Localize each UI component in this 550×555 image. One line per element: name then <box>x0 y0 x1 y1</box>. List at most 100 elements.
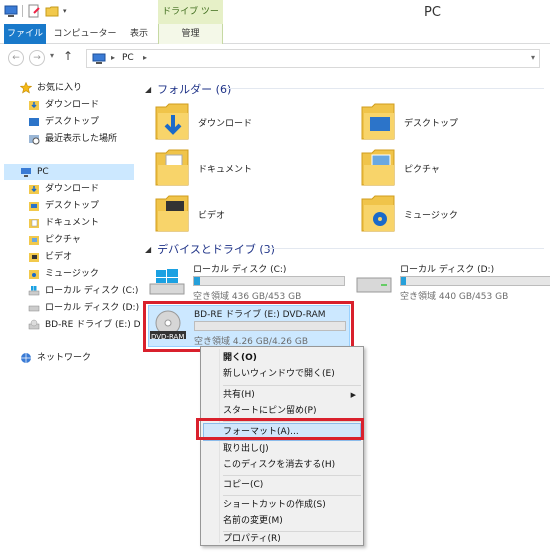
chevron-right-icon[interactable]: ▸ <box>143 53 147 62</box>
nav-item-pc-documents[interactable]: ドキュメント <box>28 215 99 231</box>
nav-pc[interactable]: PC <box>4 164 134 180</box>
tab-view[interactable]: 表示 <box>122 24 156 44</box>
collapse-icon[interactable]: ◢ <box>145 245 151 254</box>
menu-item-open[interactable]: 開く(O) <box>223 350 257 366</box>
highlight-box <box>196 418 364 440</box>
drive-c[interactable]: ローカル ディスク (C:) 空き領域 436 GB/453 GB <box>148 262 358 302</box>
folder-label: ビデオ <box>198 210 226 221</box>
menu-item-share[interactable]: 共有(H) <box>223 387 255 403</box>
tab-computer[interactable]: コンピューター <box>52 24 118 44</box>
nav-label: BD-RE ドライブ (E:) D <box>45 320 140 330</box>
drive-label: ローカル ディスク (D:) <box>400 265 495 275</box>
context-menu: 開く(O) 新しいウィンドウで開く(E) 共有(H) ▶ スタートにピン留め(P… <box>200 346 364 546</box>
new-folder-icon[interactable] <box>45 4 59 18</box>
menu-item-copy[interactable]: コピー(C) <box>223 477 263 493</box>
pictures-folder-icon <box>361 149 395 186</box>
customize-qat-icon[interactable]: ▾ <box>63 7 67 15</box>
menu-item-rename[interactable]: 名前の変更(M) <box>223 513 283 529</box>
tab-file[interactable]: ファイル <box>4 24 46 44</box>
menu-gutter <box>219 349 220 543</box>
quick-access-toolbar: ▾ <box>4 4 67 18</box>
optical-drive-icon <box>28 319 40 331</box>
properties-icon[interactable] <box>27 4 41 18</box>
nav-item-drive-c[interactable]: ローカル ディスク (C:) <box>28 283 138 299</box>
folder-music[interactable]: ミュージック <box>360 192 520 236</box>
nav-item-pc-pictures[interactable]: ピクチャ <box>28 232 81 248</box>
folder-documents[interactable]: ドキュメント <box>154 146 314 190</box>
pictures-folder-icon <box>28 234 40 246</box>
menu-item-open-new-window[interactable]: 新しいウィンドウで開く(E) <box>223 366 335 382</box>
menu-item-create-shortcut[interactable]: ショートカットの作成(S) <box>223 497 326 513</box>
drive-free-space: 空き領域 440 GB/453 GB <box>400 292 509 302</box>
submenu-arrow-icon: ▶ <box>350 391 356 399</box>
nav-label: ダウンロード <box>45 184 100 194</box>
up-button[interactable]: ↑ <box>63 49 73 63</box>
breadcrumb-pc[interactable]: PC <box>122 53 134 63</box>
windows-drive-icon <box>149 269 185 295</box>
windows-drive-icon <box>28 285 40 297</box>
nav-favorites[interactable]: お気に入り <box>20 80 82 96</box>
folder-downloads[interactable]: ダウンロード <box>154 100 314 144</box>
nav-item-drive-e[interactable]: BD-RE ドライブ (E:) D <box>28 317 140 333</box>
menu-item-properties[interactable]: プロパティ(R) <box>223 531 281 547</box>
menu-item-erase-disc[interactable]: このディスクを消去する(H) <box>223 457 335 473</box>
nav-item-pc-videos[interactable]: ビデオ <box>28 249 72 265</box>
folder-label: デスクトップ <box>404 118 459 129</box>
drive-d[interactable]: ローカル ディスク (D:) 空き領域 440 GB/453 GB <box>355 262 550 302</box>
drive-usage-bar <box>193 276 345 286</box>
nav-label: お気に入り <box>37 83 83 93</box>
star-icon <box>20 82 32 94</box>
nav-item-pc-desktop[interactable]: デスクトップ <box>28 198 99 214</box>
nav-label: ネットワーク <box>37 353 92 363</box>
nav-label: ローカル ディスク (D:) <box>45 303 140 313</box>
nav-label: ダウンロード <box>45 100 100 110</box>
drive-label: ローカル ディスク (C:) <box>193 265 287 275</box>
forward-button[interactable]: → <box>29 50 45 66</box>
nav-item-desktop[interactable]: デスクトップ <box>28 114 99 130</box>
folders-group-header[interactable]: ◢ フォルダー (6) <box>145 81 231 97</box>
recent-places-icon <box>28 133 40 145</box>
menu-separator <box>223 495 361 496</box>
nav-item-downloads[interactable]: ダウンロード <box>28 97 99 113</box>
drive-tools-context-header: ドライブ ツール <box>158 0 223 41</box>
folder-label: ドキュメント <box>198 164 253 175</box>
hard-drive-icon <box>28 302 40 314</box>
menu-separator <box>223 385 361 386</box>
drives-group-header[interactable]: ◢ デバイスとドライブ (3) <box>145 241 275 257</box>
menu-item-pin-to-start[interactable]: スタートにピン留め(P) <box>223 403 316 419</box>
music-folder-icon <box>361 195 395 232</box>
chevron-right-icon[interactable]: ▸ <box>111 53 115 62</box>
videos-folder-icon <box>28 251 40 263</box>
network-icon <box>20 352 32 364</box>
address-dropdown-icon[interactable]: ▾ <box>531 53 535 62</box>
folder-label: ミュージック <box>404 210 458 221</box>
download-folder-icon <box>28 99 40 111</box>
folder-videos[interactable]: ビデオ <box>154 192 314 236</box>
music-folder-icon <box>28 268 40 280</box>
folder-desktop[interactable]: デスクトップ <box>360 100 520 144</box>
pc-icon <box>92 53 106 64</box>
back-button[interactable]: ← <box>8 50 24 66</box>
tab-manage[interactable]: 管理 <box>158 24 223 44</box>
navigation-bar: ← → ▾ ↑ ▸ PC ▸ ▾ <box>0 45 550 72</box>
separator <box>22 5 23 17</box>
nav-label: ドキュメント <box>45 218 100 228</box>
address-bar[interactable]: ▸ PC ▸ ▾ <box>86 49 540 68</box>
download-folder-icon <box>155 103 189 140</box>
folder-pictures[interactable]: ピクチャ <box>360 146 520 190</box>
highlight-box <box>143 301 354 352</box>
videos-folder-icon <box>155 195 189 232</box>
nav-network[interactable]: ネットワーク <box>20 350 91 366</box>
pc-icon[interactable] <box>4 4 18 18</box>
hard-drive-icon <box>356 277 392 293</box>
collapse-icon[interactable]: ◢ <box>145 85 151 94</box>
documents-folder-icon <box>28 217 40 229</box>
recent-locations-chevron-icon[interactable]: ▾ <box>50 51 54 60</box>
nav-item-pc-downloads[interactable]: ダウンロード <box>28 181 99 197</box>
nav-item-pc-music[interactable]: ミュージック <box>28 266 99 282</box>
nav-item-drive-d[interactable]: ローカル ディスク (D:) <box>28 300 139 316</box>
menu-item-eject[interactable]: 取り出し(J) <box>223 441 269 457</box>
nav-label: ローカル ディスク (C:) <box>45 286 139 296</box>
nav-item-recent[interactable]: 最近表示した場所 <box>28 131 117 147</box>
desktop-folder-icon <box>28 200 40 212</box>
